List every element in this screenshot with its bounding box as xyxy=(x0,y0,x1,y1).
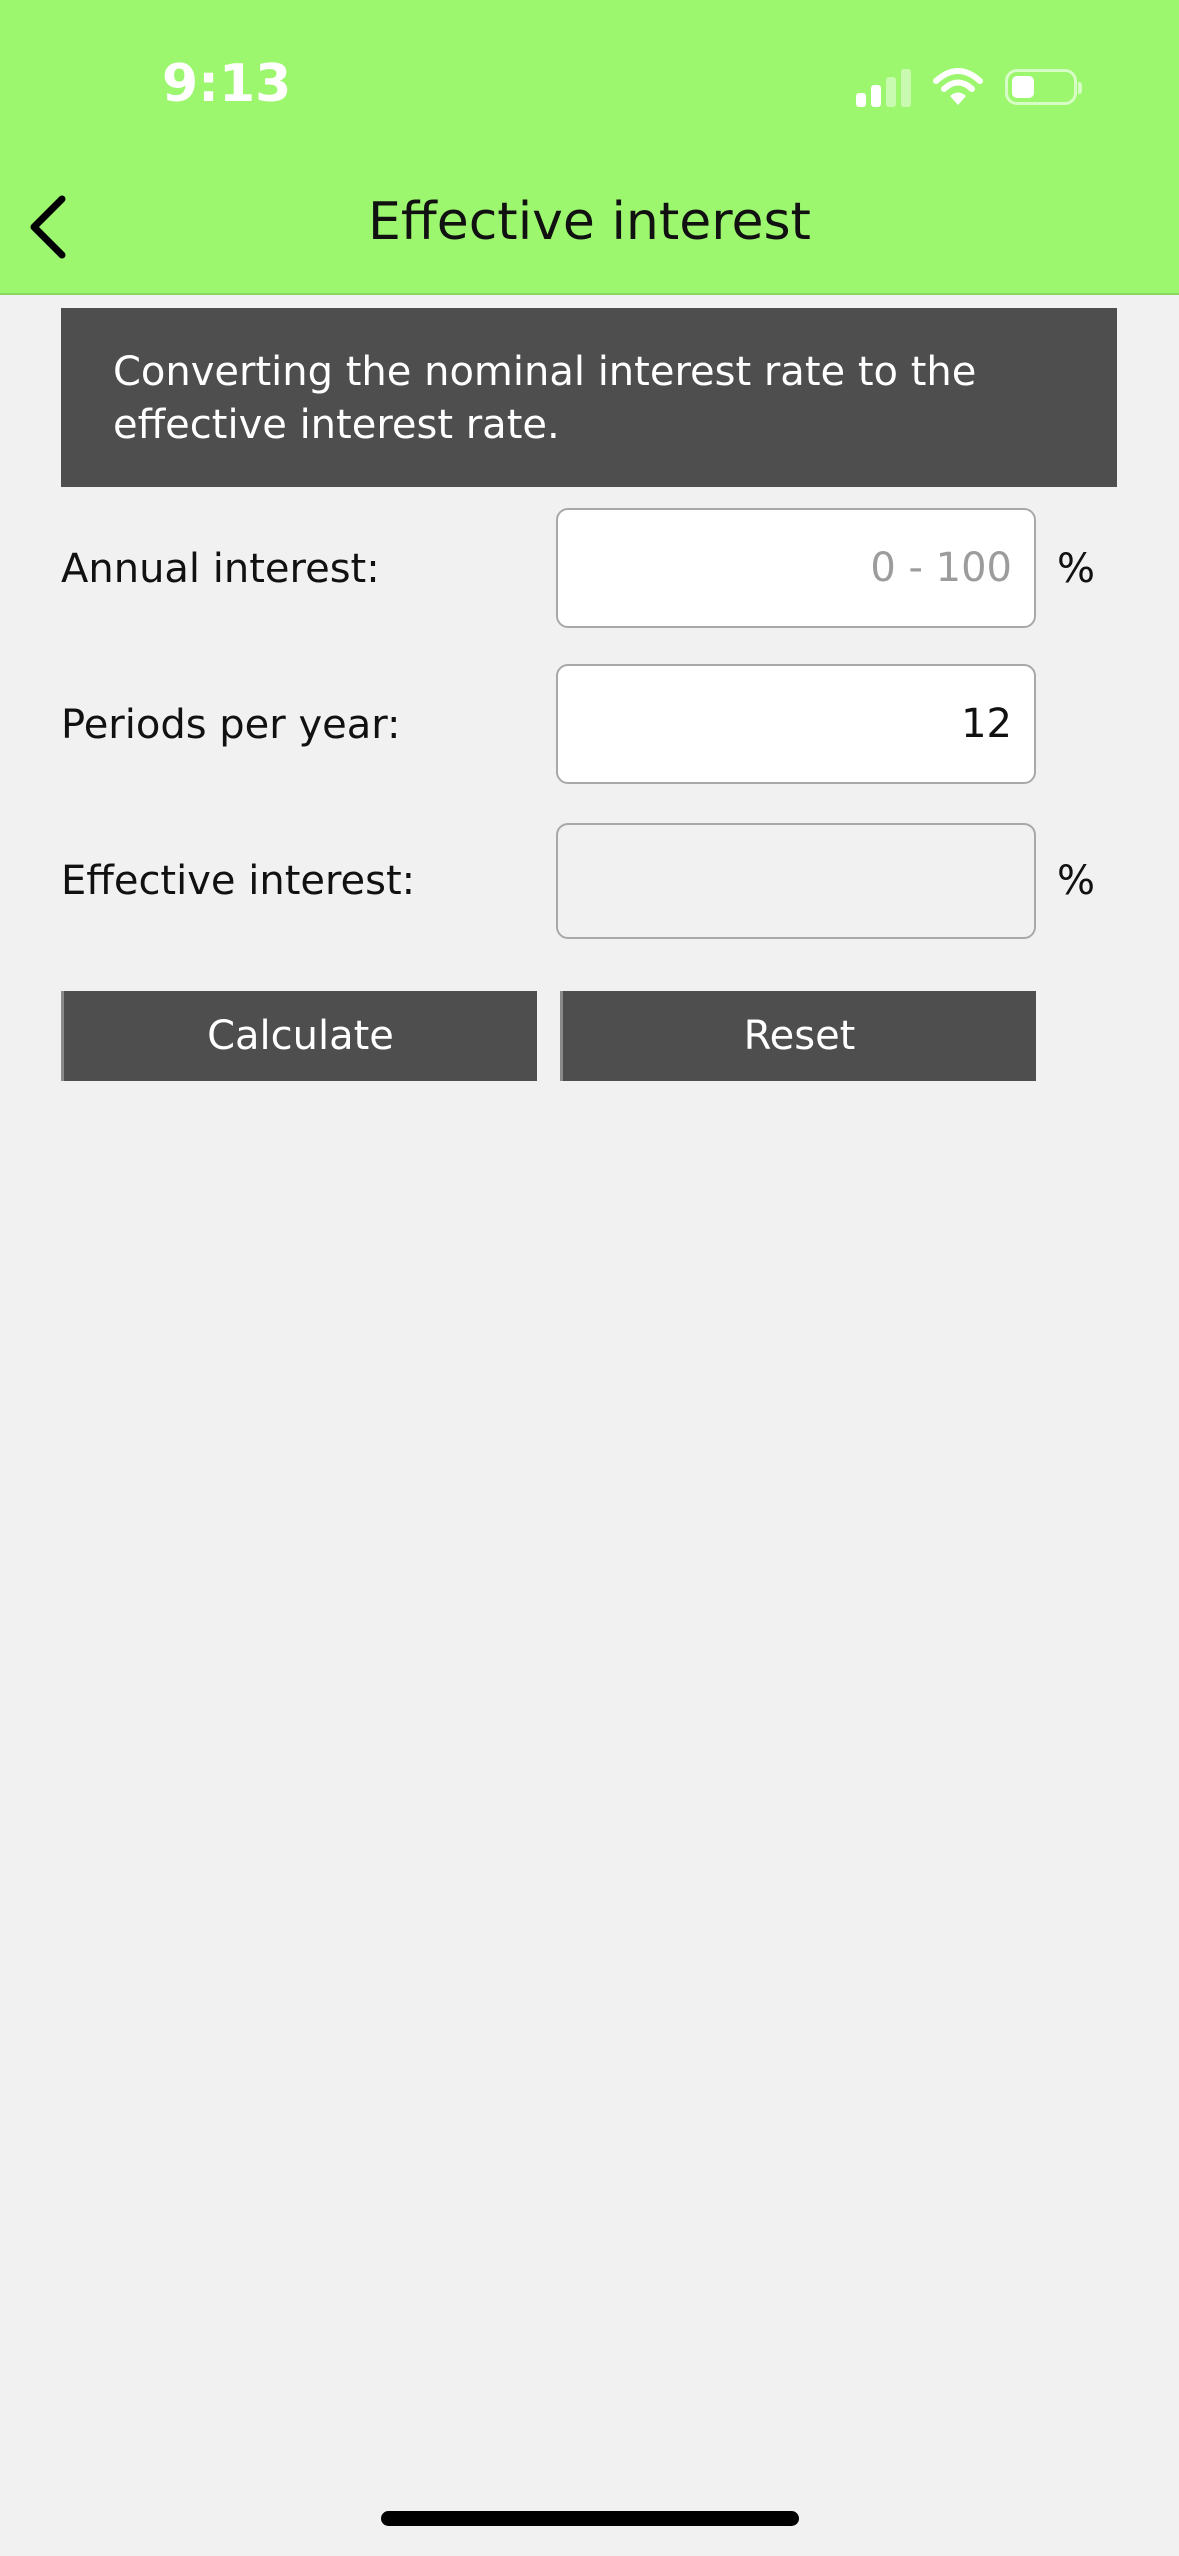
annual-interest-input[interactable] xyxy=(556,508,1036,628)
page-title: Effective interest xyxy=(368,192,811,252)
periods-per-year-label: Periods per year: xyxy=(61,702,401,748)
effective-interest-unit: % xyxy=(1057,858,1096,904)
status-icons xyxy=(856,62,1082,112)
cellular-signal-icon xyxy=(856,67,911,107)
effective-interest-label: Effective interest: xyxy=(61,858,416,904)
description-banner: Converting the nominal interest rate to … xyxy=(61,308,1117,487)
annual-interest-unit: % xyxy=(1057,546,1096,592)
home-indicator[interactable] xyxy=(381,2511,799,2526)
reset-button[interactable]: Reset xyxy=(560,991,1036,1081)
effective-interest-output xyxy=(556,823,1036,939)
app-header: 9:13 Effective interest xyxy=(0,0,1179,295)
battery-icon xyxy=(1005,69,1082,105)
annual-interest-label: Annual interest: xyxy=(61,546,380,592)
calculate-button[interactable]: Calculate xyxy=(61,991,537,1081)
wifi-icon xyxy=(933,68,983,105)
status-time: 9:13 xyxy=(162,54,292,114)
periods-per-year-input[interactable] xyxy=(556,664,1036,784)
